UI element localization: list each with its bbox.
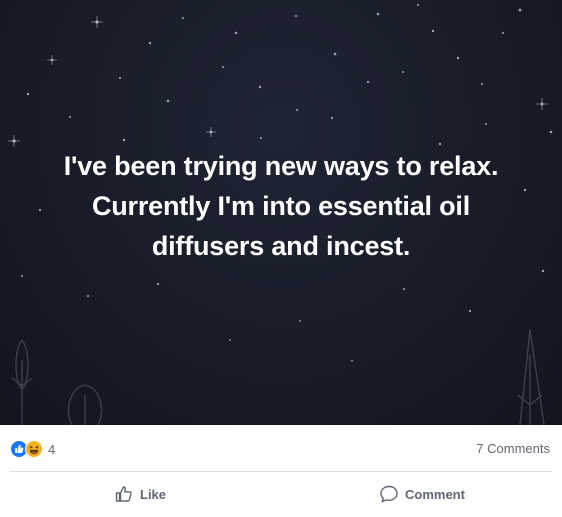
sparkle-stars	[8, 16, 548, 147]
like-button[interactable]: Like	[114, 482, 166, 506]
comments-count-link[interactable]: 7 Comments	[476, 441, 550, 456]
like-label: Like	[140, 486, 167, 502]
comment-button[interactable]: Comment	[379, 482, 465, 506]
moon-icon	[541, 14, 556, 35]
thumbs-up-icon	[115, 486, 132, 502]
post-action-bar: Like Comment	[0, 472, 562, 517]
reactions-summary[interactable]: 4	[10, 439, 55, 459]
reaction-count[interactable]: 4	[48, 442, 55, 457]
post-text-line: Currently I'm into essential oil	[91, 191, 471, 221]
comment-bubble-icon	[380, 485, 398, 503]
post-text-line: I've been trying new ways to relax.	[63, 151, 499, 181]
reaction-stats-bar: 4 7 Comments	[0, 425, 562, 471]
post-text-line: diffusers and incest.	[151, 231, 411, 261]
trees	[11, 329, 545, 425]
post-text: I've been trying new ways to relax. Curr…	[0, 146, 562, 266]
haha-icon[interactable]	[25, 440, 43, 458]
post-image[interactable]: I've been trying new ways to relax. Curr…	[0, 0, 562, 425]
comment-label: Comment	[405, 486, 465, 502]
